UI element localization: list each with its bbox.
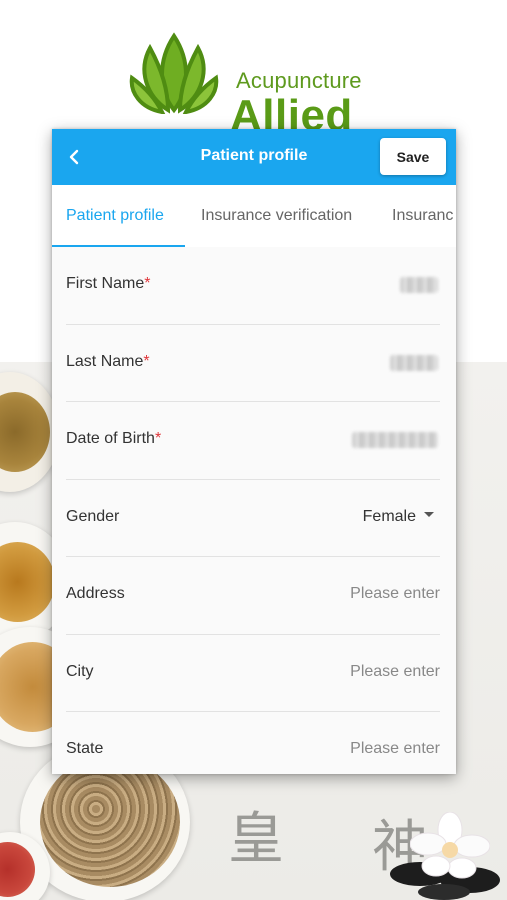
- form-row-date-of-birth: Date of Birth*: [66, 402, 440, 480]
- form-row-state: State Please enter: [66, 712, 440, 774]
- field-label: State: [66, 740, 104, 757]
- field-label: Gender: [66, 507, 120, 525]
- last-name-input[interactable]: [390, 354, 438, 371]
- app-screen: Patient profile Save Patient profile Ins…: [52, 129, 456, 774]
- tab-patient-profile[interactable]: Patient profile: [66, 207, 164, 225]
- field-label: First Name*: [66, 275, 151, 292]
- patient-form: First Name* Last Name* Date of Birth* Ge…: [52, 247, 456, 774]
- city-input[interactable]: Please enter: [350, 663, 440, 681]
- address-input[interactable]: Please enter: [350, 585, 440, 603]
- caret-down-icon: [424, 511, 434, 517]
- form-row-last-name: Last Name*: [66, 325, 440, 402]
- field-label: City: [66, 662, 94, 680]
- lotus-logo-icon: [129, 32, 219, 114]
- gender-select[interactable]: Female: [363, 508, 434, 526]
- field-label: Last Name*: [66, 352, 150, 370]
- calligraphy-char: 皇: [228, 807, 284, 872]
- form-row-address: Address Please enter: [66, 557, 440, 635]
- tab-insurance-verification[interactable]: Insurance verification: [201, 207, 352, 225]
- app-header: Patient profile Save: [52, 129, 456, 185]
- required-mark: *: [144, 275, 151, 292]
- date-of-birth-input[interactable]: [352, 432, 438, 448]
- required-mark: *: [154, 430, 162, 447]
- required-mark: *: [143, 352, 150, 370]
- state-input[interactable]: Please enter: [350, 740, 440, 758]
- black-stone: [418, 884, 470, 900]
- tab-bar: Patient profile Insurance verification I…: [52, 185, 456, 247]
- first-name-input[interactable]: [400, 277, 438, 293]
- brand-name-top: Acupuncture: [236, 68, 362, 93]
- form-row-city: City Please enter: [66, 635, 440, 712]
- field-label: Address: [66, 585, 125, 602]
- field-label: Date of Birth*: [66, 430, 162, 447]
- tab-insurance-more[interactable]: Insuranc: [392, 207, 453, 225]
- form-row-first-name: First Name*: [66, 247, 440, 325]
- brand-logo: Acupuncture Allied: [128, 30, 388, 138]
- herb-pile: [40, 757, 180, 887]
- form-row-gender: Gender Female: [66, 480, 440, 557]
- plumeria-flower-icon: [410, 812, 490, 879]
- save-button[interactable]: Save: [380, 138, 446, 175]
